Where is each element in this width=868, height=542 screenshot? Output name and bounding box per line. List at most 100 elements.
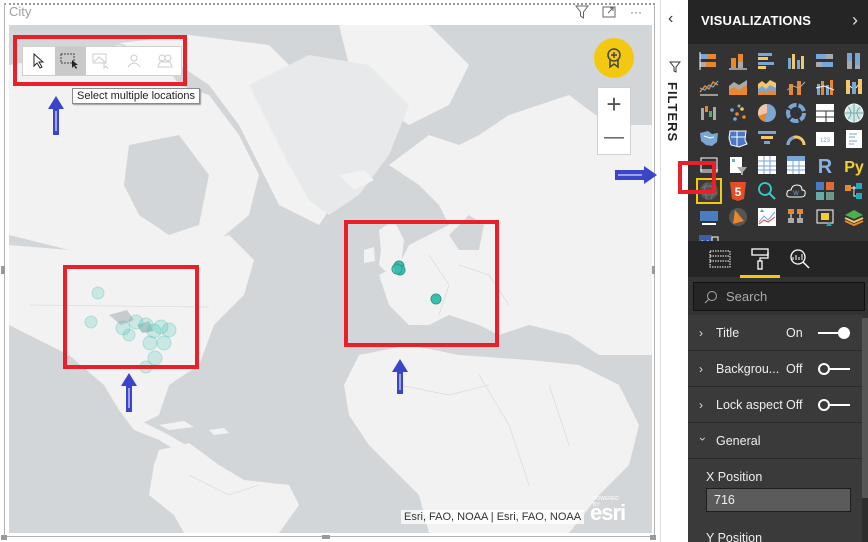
tile-icon[interactable] (814, 180, 836, 202)
ribbon-chart-icon[interactable] (843, 76, 865, 98)
resize-handle-bottom[interactable] (322, 535, 330, 539)
timeline-icon[interactable] (698, 206, 720, 228)
gauge-icon[interactable] (785, 128, 807, 150)
resize-handle-left[interactable] (1, 266, 5, 274)
map-marker[interactable] (142, 335, 158, 351)
shape-map-icon[interactable] (727, 128, 749, 150)
section-title[interactable]: › Title On (688, 315, 862, 351)
visualizations-pane: VISUALIZATIONS › 123RPy5WV··· › Title On (678, 0, 868, 542)
map-marker[interactable] (430, 293, 442, 305)
section-lock-aspect[interactable]: › Lock aspect Off (688, 387, 862, 423)
svg-text:123: 123 (820, 138, 831, 144)
area-chart-icon[interactable] (727, 76, 749, 98)
html5-icon[interactable]: 5 (727, 180, 749, 202)
resize-handle-bottom-right[interactable] (650, 535, 656, 540)
resize-handle-bottom-left[interactable] (1, 535, 7, 540)
cone-icon[interactable] (727, 206, 749, 228)
stacked-area-chart-icon[interactable] (756, 76, 778, 98)
waterfall-chart-icon[interactable] (698, 102, 720, 124)
stacked-column-chart-icon[interactable] (727, 50, 749, 72)
analytics-magnifier-icon (790, 249, 810, 269)
map-icon[interactable] (843, 102, 865, 124)
python-script-icon[interactable]: Py (843, 154, 865, 176)
tool-tooltip: Select multiple locations (72, 88, 201, 104)
more-options-icon[interactable]: ··· (628, 5, 644, 19)
multi-row-card-icon[interactable] (843, 128, 865, 150)
reference-layer-tool[interactable] (86, 47, 118, 75)
format-tab[interactable] (740, 241, 780, 278)
layers-icon[interactable] (843, 206, 865, 228)
visualizations-header: VISUALIZATIONS › (688, 0, 868, 44)
matrix-icon[interactable] (785, 154, 807, 176)
background-toggle[interactable] (818, 362, 850, 375)
clustered-bar-chart-icon[interactable] (756, 50, 778, 72)
x-position-input[interactable] (706, 488, 851, 512)
hierarchy-icon[interactable] (785, 206, 807, 228)
filters-label[interactable]: FILTERS (665, 82, 680, 142)
line-chart-icon[interactable] (698, 76, 720, 98)
radius-select-icon (157, 54, 173, 68)
slicer-icon[interactable] (727, 154, 749, 176)
funnel-icon[interactable] (756, 128, 778, 150)
title-toggle[interactable] (818, 326, 850, 339)
map-marker[interactable] (84, 315, 98, 329)
map-marker[interactable] (161, 322, 177, 338)
100-stacked-bar-chart-icon[interactable] (814, 50, 836, 72)
scatter-chart-icon[interactable] (727, 102, 749, 124)
expand-chevron-icon[interactable]: › (852, 10, 858, 31)
search-visual-icon[interactable] (756, 180, 778, 202)
svg-text:5: 5 (735, 185, 742, 199)
general-section-body: X Position Y Position (688, 459, 862, 542)
map-marker[interactable] (122, 328, 136, 342)
line-and-clustered-column-icon[interactable] (814, 76, 836, 98)
svg-text:R: R (818, 156, 833, 176)
zoom-out-button[interactable]: — (598, 121, 630, 154)
filter-icon[interactable] (574, 5, 590, 19)
chevron-right-icon: › (699, 397, 703, 412)
card-icon[interactable]: 123 (814, 128, 836, 150)
radius-tool[interactable] (149, 47, 181, 75)
esri-logo-caption: POWERED BY (593, 496, 619, 508)
focus-mode-icon[interactable] (601, 5, 617, 19)
lock-aspect-toggle[interactable] (818, 398, 850, 411)
chart-with-alerts-icon[interactable] (756, 206, 778, 228)
100-stacked-column-chart-icon[interactable] (843, 50, 865, 72)
donut-chart-icon[interactable] (785, 102, 807, 124)
map-marker[interactable] (139, 360, 153, 374)
table-icon[interactable] (756, 154, 778, 176)
alert-card-icon[interactable] (814, 206, 836, 228)
analytics-tab[interactable] (780, 241, 820, 277)
pie-chart-icon[interactable] (756, 102, 778, 124)
map-marker[interactable] (91, 286, 105, 300)
map-marker[interactable] (156, 335, 172, 351)
decomposition-icon[interactable] (843, 180, 865, 202)
word-cloud-icon[interactable]: W (785, 180, 807, 202)
arcgis-map-icon[interactable] (696, 178, 722, 204)
r-script-icon[interactable]: R (814, 154, 836, 176)
drive-time-tool[interactable] (118, 47, 150, 75)
filter-funnel-icon[interactable] (668, 60, 682, 78)
collapse-pane-chevron[interactable]: ‹ (668, 10, 673, 28)
select-multiple-tool[interactable] (54, 47, 87, 75)
format-search-box[interactable] (693, 282, 865, 311)
scrollbar-thumb[interactable] (862, 318, 868, 498)
stacked-bar-chart-icon[interactable] (698, 50, 720, 72)
infographics-button[interactable] (594, 38, 634, 78)
zoom-in-button[interactable]: + (598, 88, 630, 121)
treemap-icon[interactable] (814, 102, 836, 124)
format-pane-scrollbar[interactable] (862, 318, 868, 542)
chevron-down-icon: › (696, 436, 710, 441)
fields-tab[interactable] (700, 241, 740, 277)
rectangle-select-icon (60, 53, 79, 69)
section-name: Lock aspect (716, 397, 783, 412)
filled-map-icon[interactable] (698, 128, 720, 150)
clustered-column-chart-icon[interactable] (785, 50, 807, 72)
kpi-icon[interactable] (698, 154, 720, 176)
map-marker[interactable] (391, 263, 403, 275)
section-background[interactable]: › Backgrou... Off (688, 351, 862, 387)
format-search-input[interactable] (726, 289, 846, 304)
pane-tabs (688, 241, 868, 278)
line-and-stacked-column-icon[interactable] (785, 76, 807, 98)
select-tool[interactable] (23, 47, 55, 75)
section-general[interactable]: › General (688, 423, 862, 459)
